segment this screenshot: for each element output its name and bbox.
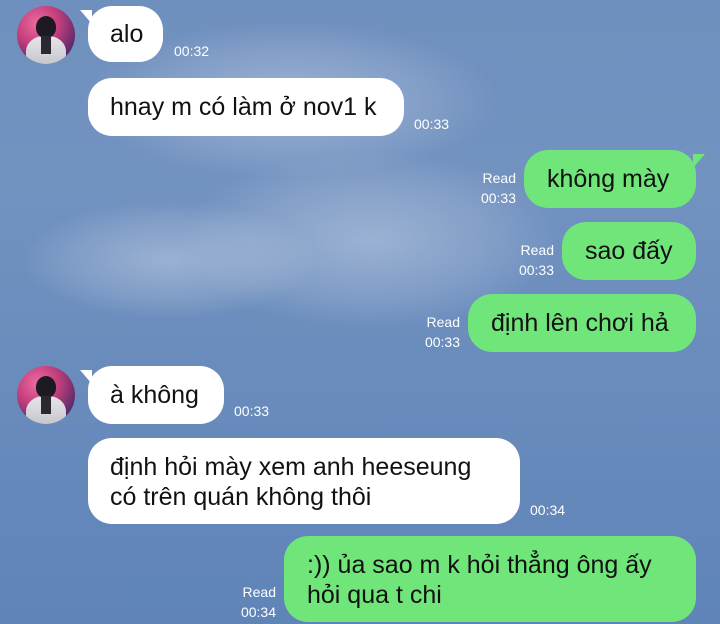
message-text-line: hỏi qua t chi [307, 581, 442, 609]
background-cloud [20, 200, 320, 320]
message-bubble-incoming[interactable]: à không [80, 366, 224, 424]
message-read-status: Read 00:33 [424, 314, 460, 350]
message-time: 00:34 [530, 502, 566, 518]
message-text: định lên chơi hả [491, 309, 669, 337]
message-text: alo [110, 20, 144, 48]
message-bubble-outgoing[interactable]: sao đấy [562, 222, 696, 280]
message-text: hnay m có làm ở nov1 k [110, 93, 377, 121]
contact-avatar[interactable] [17, 366, 75, 424]
message-time: 00:32 [174, 43, 210, 59]
message-time: 00:33 [414, 116, 450, 132]
message-read-status: Read 00:33 [480, 170, 516, 206]
message-bubble-outgoing[interactable]: không mày [524, 150, 705, 208]
contact-avatar[interactable] [17, 6, 75, 64]
message-text-line: :)) ủa sao m k hỏi thẳng ông ấy [307, 551, 652, 579]
message-text: không mày [547, 165, 670, 193]
message-read-status: Read 00:34 [240, 584, 276, 620]
message-text-line: có trên quán không thôi [110, 483, 372, 511]
message-bubble-incoming[interactable]: hnay m có làm ở nov1 k [88, 78, 404, 136]
message-bubble-incoming[interactable]: alo [80, 6, 163, 62]
message-time: 00:33 [234, 403, 270, 419]
message-bubble-outgoing[interactable]: định lên chơi hả [468, 294, 696, 352]
message-read-status: Read 00:33 [518, 242, 554, 278]
message-text: sao đấy [585, 237, 673, 265]
message-bubble-incoming[interactable]: định hỏi mày xem anh heeseung có trên qu… [88, 438, 520, 524]
message-bubble-outgoing[interactable]: :)) ủa sao m k hỏi thẳng ông ấy hỏi qua … [284, 536, 696, 622]
message-text-line: định hỏi mày xem anh heeseung [110, 453, 472, 481]
message-text: à không [110, 381, 199, 409]
